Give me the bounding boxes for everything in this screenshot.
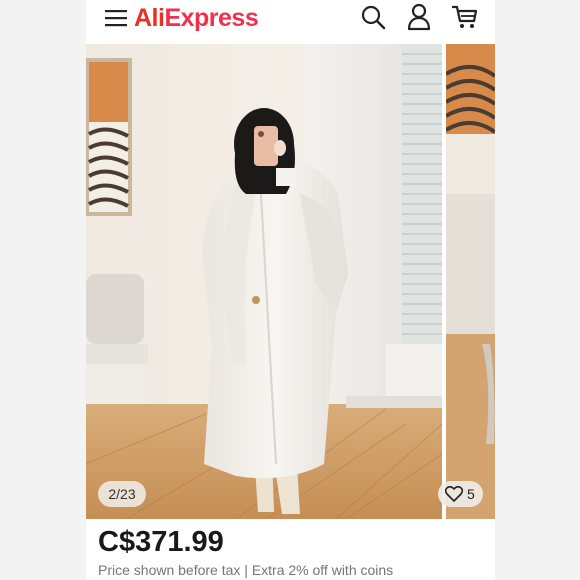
aliexpress-logo[interactable]: AliExpress (134, 3, 259, 33)
product-image-gallery[interactable]: 2/23 5 (86, 44, 495, 519)
menu-icon[interactable] (104, 6, 128, 30)
heart-icon (445, 486, 463, 502)
wishlist-count: 5 (467, 486, 475, 502)
user-icon[interactable] (406, 3, 432, 31)
wishlist-button[interactable]: 5 (438, 481, 483, 507)
cart-icon[interactable] (452, 4, 478, 30)
search-icon[interactable] (360, 4, 386, 30)
app-frame: AliExpress 2/23 5 C$371.99 Price shown b… (86, 0, 495, 580)
page: AliExpress 2/23 5 C$371.99 Price shown b… (0, 0, 580, 580)
next-product-photo[interactable] (446, 44, 495, 519)
image-counter-badge: 2/23 (98, 481, 146, 507)
price-note: Price shown before tax | Extra 2% off wi… (98, 562, 394, 578)
product-photo[interactable] (86, 44, 442, 519)
logo-text-express: Express (164, 4, 259, 32)
logo-text-ali: Ali (134, 4, 165, 32)
product-price: C$371.99 (98, 526, 224, 558)
top-header: AliExpress (86, 0, 495, 44)
